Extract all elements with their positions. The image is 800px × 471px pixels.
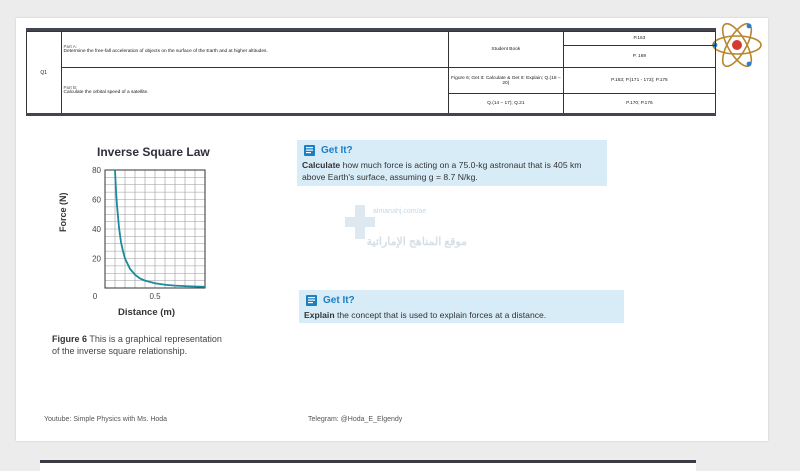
part-a-cell: Part A: Determine the free-fall accelera… — [60, 31, 449, 68]
book-cell-3: Q.(14 – 17); Q.21 — [447, 93, 564, 114]
atom-logo-icon — [712, 22, 762, 68]
page-cell-3: P.163; P.(171 - 173); P.176 — [562, 67, 717, 94]
chart-title: Inverse Square Law — [97, 145, 210, 159]
watermark: almanahj.com/ae موقع المناهج الإماراتية — [345, 205, 475, 265]
footer-youtube: Youtube: Simple Physics with Ms. Hoda — [44, 416, 168, 423]
watermark-url: almanahj.com/ae — [373, 208, 427, 215]
get-it-title: Get It? — [323, 295, 355, 306]
watermark-arabic: موقع المناهج الإماراتية — [366, 236, 467, 248]
y-tick-label: 40 — [92, 225, 101, 234]
y-tick-label: 80 — [92, 166, 101, 175]
book-cell-2: Figure 6; Get It: Calculate & Get It: Ex… — [447, 67, 564, 94]
notebook-icon — [304, 145, 315, 156]
get-it-prompt: the concept that is used to explain forc… — [334, 310, 547, 320]
get-it-title: Get It? — [321, 145, 353, 156]
get-it-box-explain: Get It? Explain the concept that is used… — [299, 290, 624, 323]
x-tick-label: 0 — [93, 292, 98, 301]
get-it-verb: Explain — [304, 310, 335, 320]
book-cell-1: Student Book — [447, 31, 564, 68]
question-table: Q1 Part A: Determine the free-fall accel… — [26, 31, 717, 114]
get-it-prompt: how much force is acting on a 75.0-kg as… — [302, 160, 582, 182]
x-tick-label: 0.5 — [149, 292, 161, 301]
page-cell-2: P. 169 — [562, 45, 717, 68]
table-bottom-rule — [26, 113, 716, 116]
part-a-text: Determine the free-fall acceleration of … — [63, 49, 268, 54]
notebook-icon — [306, 295, 317, 306]
page-cell-1: P.163 — [562, 31, 717, 46]
series-line — [114, 169, 206, 288]
inverse-square-chart: 20 40 60 80 0 0.5 — [92, 166, 206, 301]
question-number: Q1 — [26, 31, 62, 114]
part-b-text: Calculate the orbital speed of a satelli… — [63, 90, 149, 95]
figure-caption: Figure 6 This is a graphical representat… — [52, 333, 222, 357]
get-it-verb: Calculate — [302, 160, 341, 170]
y-tick-label: 60 — [92, 196, 101, 205]
get-it-text: Explain the concept that is used to expl… — [304, 309, 622, 321]
footer-telegram: Telegram: @Hoda_E_Elgendy — [308, 416, 403, 423]
get-it-box-calculate: Get It? Calculate how much force is acti… — [297, 140, 607, 186]
y-tick-label: 20 — [92, 255, 101, 264]
figure-label: Figure 6 — [52, 334, 88, 344]
chart-x-label: Distance (m) — [118, 307, 176, 318]
page-cell-4: P.170; P.176 — [562, 93, 717, 114]
watermark-cross-icon — [345, 205, 375, 239]
get-it-text: Calculate how much force is acting on a … — [302, 159, 602, 183]
part-b-cell: Part B: Calculate the orbital speed of a… — [60, 67, 449, 114]
next-page-edge — [40, 460, 696, 471]
